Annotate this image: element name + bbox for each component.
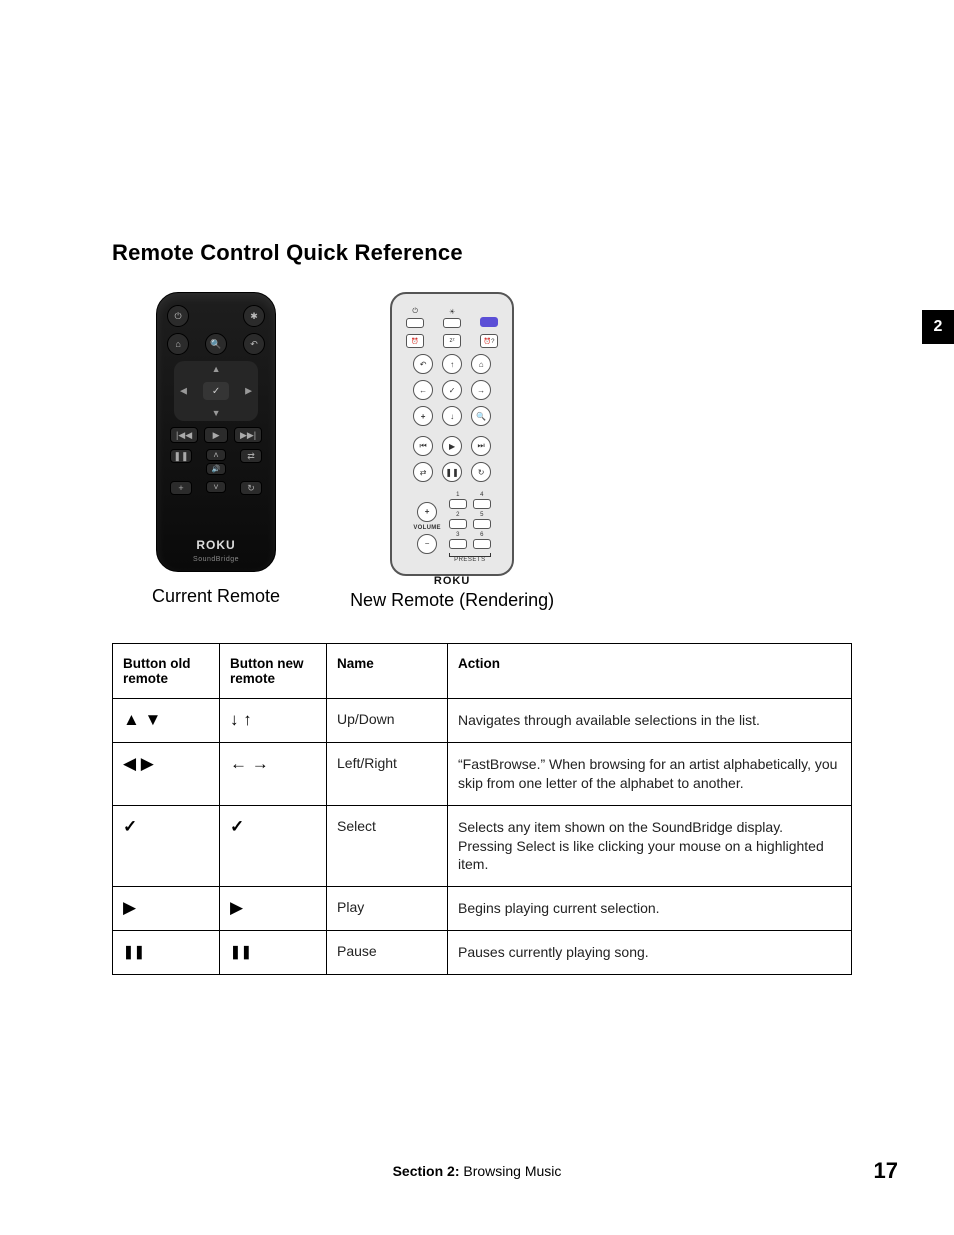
- current-remote-caption: Current Remote: [152, 586, 280, 607]
- source-pill-icon: [480, 317, 498, 327]
- footer-section-label: Section 2:: [393, 1163, 460, 1179]
- brightness-icon: ☀: [449, 308, 455, 316]
- th-old: Button old remote: [113, 644, 220, 699]
- table-row: ▲ ▼ ↓ ↑ Up/Down Navigates through availa…: [113, 699, 852, 743]
- footer-section-title: Browsing Music: [459, 1163, 561, 1179]
- row-action: Begins playing current selection.: [448, 887, 852, 931]
- snooze-icon: ⏰?: [480, 334, 498, 348]
- home-icon: ⌂: [167, 333, 189, 355]
- power-icon: ⏻: [412, 308, 418, 316]
- preset-6-icon: [473, 539, 491, 549]
- old-leftright-icon: ◀ ▶: [123, 754, 154, 773]
- preset-1-icon: [449, 499, 467, 509]
- up-triangle-icon: ▲: [212, 364, 221, 374]
- row-action: Pauses currently playing song.: [448, 931, 852, 975]
- repeat-icon: ↻: [471, 462, 491, 482]
- power-icon: ⏻: [167, 305, 189, 327]
- home-icon: ⌂: [471, 354, 491, 374]
- brightness-icon: ✱: [243, 305, 265, 327]
- left-triangle-icon: ◀: [180, 386, 187, 397]
- remotes-figure: ⏻ ✱ ⌂ 🔍 ↶ ▲ ▼ ◀ ▶ ✓: [152, 292, 894, 611]
- search-icon: 🔍: [471, 406, 491, 426]
- preset-2-icon: [449, 519, 467, 529]
- dpad-icon: ▲ ▼ ◀ ▶ ✓: [174, 361, 258, 421]
- shuffle-icon: ⇄: [413, 462, 433, 482]
- row-name: Up/Down: [327, 699, 448, 743]
- right-triangle-icon: ▶: [245, 386, 252, 397]
- select-icon: ✓: [442, 380, 462, 400]
- row-name: Left/Right: [327, 742, 448, 805]
- table-row: ✓ ✓ Select Selects any item shown on the…: [113, 805, 852, 887]
- page-number: 17: [874, 1158, 898, 1184]
- vol-down-icon: ˅: [206, 481, 226, 493]
- sound-icon: 🔊: [206, 463, 226, 475]
- th-name: Name: [327, 644, 448, 699]
- brand-logo: ROKU: [434, 575, 470, 587]
- new-pause-icon: ❚❚: [230, 944, 252, 959]
- shuffle-icon: ⇄: [240, 449, 262, 463]
- new-remote-image: ⏻ ☀ . ⏰ zᶻ ⏰? ↶ ↑ ⌂ ←: [390, 292, 514, 576]
- th-new: Button new remote: [220, 644, 327, 699]
- row-name: Play: [327, 887, 448, 931]
- preset-3-icon: [449, 539, 467, 549]
- pause-icon: ❚❚: [170, 449, 192, 463]
- left-arrow-icon: ←: [413, 380, 433, 400]
- add-icon: +: [170, 481, 192, 495]
- new-remote-block: ⏻ ☀ . ⏰ zᶻ ⏰? ↶ ↑ ⌂ ←: [350, 292, 554, 611]
- preset-4-icon: [473, 499, 491, 509]
- table-row: ▶ ▶ Play Begins playing current selectio…: [113, 887, 852, 931]
- vol-up-icon: +: [417, 502, 437, 522]
- brand-logo: ROKU: [196, 538, 235, 552]
- new-select-icon: ✓: [230, 817, 244, 836]
- down-arrow-icon: ↓: [442, 406, 462, 426]
- new-leftright-icon: ← →: [230, 754, 269, 773]
- th-action: Action: [448, 644, 852, 699]
- table-row: ◀ ▶ ← → Left/Right “FastBrowse.” When br…: [113, 742, 852, 805]
- right-arrow-icon: →: [471, 380, 491, 400]
- presets-label: PRESETS: [454, 557, 486, 563]
- preset-5-icon: [473, 519, 491, 529]
- old-play-icon: ▶: [123, 898, 136, 917]
- next-track-icon: ▶▶|: [234, 427, 262, 443]
- sleep-icon: zᶻ: [443, 334, 461, 348]
- reference-table: Button old remote Button new remote Name…: [112, 643, 852, 975]
- search-icon: 🔍: [205, 333, 227, 355]
- row-name: Select: [327, 805, 448, 887]
- row-action: Navigates through available selections i…: [448, 699, 852, 743]
- brand-sublogo: SoundBridge: [193, 556, 239, 563]
- vol-up-icon: ˄: [206, 449, 226, 461]
- section-tab: 2: [922, 310, 954, 344]
- old-updown-icon: ▲ ▼: [123, 710, 161, 729]
- select-icon: ✓: [203, 382, 229, 400]
- prev-track-icon: |◀◀: [170, 427, 198, 443]
- alarm-icon: ⏰: [406, 334, 424, 348]
- table-row: ❚❚ ❚❚ Pause Pauses currently playing son…: [113, 931, 852, 975]
- new-updown-icon: ↓ ↑: [230, 710, 252, 729]
- row-action: “FastBrowse.” When browsing for an artis…: [448, 742, 852, 805]
- play-icon: ▶: [442, 436, 462, 456]
- exit-icon: ↶: [243, 333, 265, 355]
- back-icon: ↶: [413, 354, 433, 374]
- vol-down-icon: −: [417, 534, 437, 554]
- page-footer: Section 2: Browsing Music 17: [0, 1163, 954, 1179]
- new-play-icon: ▶: [230, 898, 243, 917]
- new-remote-caption: New Remote (Rendering): [350, 590, 554, 611]
- current-remote-image: ⏻ ✱ ⌂ 🔍 ↶ ▲ ▼ ◀ ▶ ✓: [156, 292, 276, 572]
- down-triangle-icon: ▼: [212, 408, 221, 418]
- current-remote-block: ⏻ ✱ ⌂ 🔍 ↶ ▲ ▼ ◀ ▶ ✓: [152, 292, 280, 611]
- page-heading: Remote Control Quick Reference: [112, 240, 894, 266]
- add-icon: +: [413, 406, 433, 426]
- old-pause-icon: ❚❚: [123, 944, 145, 959]
- up-arrow-icon: ↑: [442, 354, 462, 374]
- prev-track-icon: ⏮: [413, 436, 433, 456]
- repeat-icon: ↻: [240, 481, 262, 495]
- play-icon: ▶: [204, 427, 228, 443]
- pause-icon: ❚❚: [442, 462, 462, 482]
- volume-label: VOLUME: [413, 525, 440, 531]
- old-select-icon: ✓: [123, 817, 137, 836]
- next-track-icon: ⏭: [471, 436, 491, 456]
- row-name: Pause: [327, 931, 448, 975]
- row-action: Selects any item shown on the SoundBridg…: [448, 805, 852, 887]
